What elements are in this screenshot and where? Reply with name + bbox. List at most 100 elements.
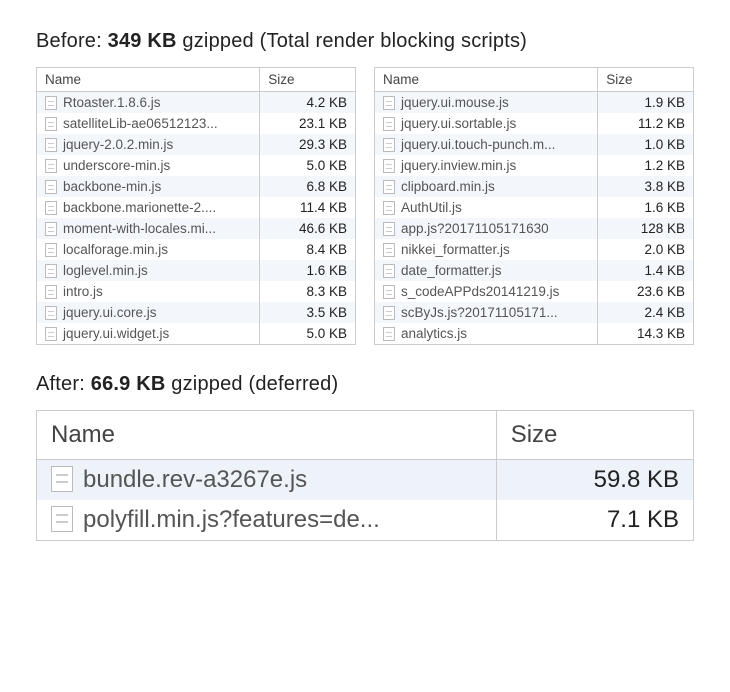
file-size-cell: 7.1 KB bbox=[496, 500, 693, 540]
file-name-cell[interactable]: jquery.ui.widget.js bbox=[37, 323, 260, 345]
before-table-left: Name Size Rtoaster.1.8.6.js4.2 KBsatelli… bbox=[36, 67, 356, 345]
table-row[interactable]: date_formatter.js1.4 KB bbox=[375, 260, 694, 281]
file-name-cell[interactable]: date_formatter.js bbox=[375, 260, 598, 281]
table-row[interactable]: backbone.marionette-2....11.4 KB bbox=[37, 197, 356, 218]
table-row[interactable]: underscore-min.js5.0 KB bbox=[37, 155, 356, 176]
before-tables: Name Size Rtoaster.1.8.6.js4.2 KBsatelli… bbox=[36, 67, 694, 345]
col-size[interactable]: Size bbox=[260, 68, 356, 92]
table-row[interactable]: Rtoaster.1.8.6.js4.2 KB bbox=[37, 92, 356, 114]
before-size: 349 KB bbox=[108, 30, 177, 52]
file-icon bbox=[45, 243, 57, 257]
file-icon bbox=[383, 306, 395, 320]
table-row[interactable]: jquery.ui.widget.js5.0 KB bbox=[37, 323, 356, 345]
file-icon bbox=[383, 180, 395, 194]
col-name[interactable]: Name bbox=[37, 411, 496, 460]
table-row[interactable]: jquery.ui.touch-punch.m... 1.0 KB bbox=[375, 134, 694, 155]
file-name: backbone.marionette-2.... bbox=[63, 200, 216, 215]
file-size-cell: 1.0 KB bbox=[598, 134, 694, 155]
file-name-cell[interactable]: scByJs.js?20171105171... bbox=[375, 302, 598, 323]
file-name-cell[interactable]: jquery.inview.min.js bbox=[375, 155, 598, 176]
file-name: jquery.ui.touch-punch.m... bbox=[401, 137, 555, 152]
table-row[interactable]: AuthUtil.js1.6 KB bbox=[375, 197, 694, 218]
file-size-cell: 1.6 KB bbox=[598, 197, 694, 218]
table-row[interactable]: moment-with-locales.mi...46.6 KB bbox=[37, 218, 356, 239]
file-name: scByJs.js?20171105171... bbox=[401, 305, 558, 320]
table-row[interactable]: jquery.inview.min.js1.2 KB bbox=[375, 155, 694, 176]
file-name-cell[interactable]: backbone.marionette-2.... bbox=[37, 197, 260, 218]
file-size-cell: 2.4 KB bbox=[598, 302, 694, 323]
col-size[interactable]: Size bbox=[496, 411, 693, 460]
file-icon bbox=[45, 201, 57, 215]
file-name-cell[interactable]: underscore-min.js bbox=[37, 155, 260, 176]
file-name-cell[interactable]: satelliteLib-ae06512123... bbox=[37, 113, 260, 134]
table-row[interactable]: analytics.js14.3 KB bbox=[375, 323, 694, 345]
file-icon bbox=[383, 138, 395, 152]
file-size-cell: 3.8 KB bbox=[598, 176, 694, 197]
table-row[interactable]: clipboard.min.js 3.8 KB bbox=[375, 176, 694, 197]
file-name: app.js?20171105171630 bbox=[401, 221, 549, 236]
table-row[interactable]: localforage.min.js8.4 KB bbox=[37, 239, 356, 260]
table-row[interactable]: s_codeAPPds20141219.js23.6 KB bbox=[375, 281, 694, 302]
col-name[interactable]: Name bbox=[375, 68, 598, 92]
file-icon bbox=[45, 96, 57, 110]
file-name-cell[interactable]: Rtoaster.1.8.6.js bbox=[37, 92, 260, 114]
file-name-cell[interactable]: backbone-min.js bbox=[37, 176, 260, 197]
file-icon bbox=[383, 222, 395, 236]
file-name: loglevel.min.js bbox=[63, 263, 148, 278]
file-name-cell[interactable]: clipboard.min.js bbox=[375, 176, 598, 197]
file-name-cell[interactable]: app.js?20171105171630 bbox=[375, 218, 598, 239]
file-size-cell: 8.4 KB bbox=[260, 239, 356, 260]
file-name-cell[interactable]: polyfill.min.js?features=de... bbox=[37, 500, 496, 540]
file-name: clipboard.min.js bbox=[401, 179, 495, 194]
file-name: jquery.ui.mouse.js bbox=[401, 95, 509, 110]
file-name-cell[interactable]: nikkei_formatter.js bbox=[375, 239, 598, 260]
file-icon bbox=[45, 264, 57, 278]
file-icon bbox=[383, 264, 395, 278]
file-name-cell[interactable]: jquery.ui.mouse.js bbox=[375, 92, 598, 114]
table-row[interactable]: backbone-min.js6.8 KB bbox=[37, 176, 356, 197]
file-icon bbox=[383, 117, 395, 131]
file-name-cell[interactable]: analytics.js bbox=[375, 323, 598, 345]
file-name-cell[interactable]: intro.js bbox=[37, 281, 260, 302]
file-icon bbox=[383, 243, 395, 257]
file-size-cell: 1.4 KB bbox=[598, 260, 694, 281]
after-prefix: After: bbox=[36, 373, 91, 395]
table-row[interactable]: jquery.ui.core.js3.5 KB bbox=[37, 302, 356, 323]
table-row[interactable]: intro.js8.3 KB bbox=[37, 281, 356, 302]
table-row[interactable]: app.js?20171105171630128 KB bbox=[375, 218, 694, 239]
file-icon bbox=[45, 222, 57, 236]
file-name-cell[interactable]: loglevel.min.js bbox=[37, 260, 260, 281]
table-row[interactable]: bundle.rev-a3267e.js59.8 KB bbox=[37, 460, 693, 501]
file-size-cell: 1.9 KB bbox=[598, 92, 694, 114]
col-size[interactable]: Size bbox=[598, 68, 694, 92]
file-name-cell[interactable]: jquery.ui.touch-punch.m... bbox=[375, 134, 598, 155]
before-heading: Before: 349 KB gzipped (Total render blo… bbox=[36, 30, 694, 53]
file-name: moment-with-locales.mi... bbox=[63, 221, 216, 236]
table-row[interactable]: jquery.ui.mouse.js 1.9 KB bbox=[375, 92, 694, 114]
table-row[interactable]: scByJs.js?20171105171... 2.4 KB bbox=[375, 302, 694, 323]
file-name-cell[interactable]: AuthUtil.js bbox=[375, 197, 598, 218]
file-name-cell[interactable]: bundle.rev-a3267e.js bbox=[37, 460, 496, 501]
file-name: underscore-min.js bbox=[63, 158, 170, 173]
file-name-cell[interactable]: moment-with-locales.mi... bbox=[37, 218, 260, 239]
file-size-cell: 6.8 KB bbox=[260, 176, 356, 197]
after-table: Name Size bundle.rev-a3267e.js59.8 KBpol… bbox=[37, 411, 693, 540]
file-name-cell[interactable]: jquery-2.0.2.min.js bbox=[37, 134, 260, 155]
table-row[interactable]: satelliteLib-ae06512123...23.1 KB bbox=[37, 113, 356, 134]
table-row[interactable]: jquery-2.0.2.min.js29.3 KB bbox=[37, 134, 356, 155]
file-name-cell[interactable]: jquery.ui.core.js bbox=[37, 302, 260, 323]
before-prefix: Before: bbox=[36, 30, 108, 52]
table-row[interactable]: nikkei_formatter.js2.0 KB bbox=[375, 239, 694, 260]
file-name-cell[interactable]: localforage.min.js bbox=[37, 239, 260, 260]
table-row[interactable]: polyfill.min.js?features=de...7.1 KB bbox=[37, 500, 693, 540]
file-name-cell[interactable]: s_codeAPPds20141219.js bbox=[375, 281, 598, 302]
col-name[interactable]: Name bbox=[37, 68, 260, 92]
after-heading: After: 66.9 KB gzipped (deferred) bbox=[36, 373, 694, 396]
file-size-cell: 59.8 KB bbox=[496, 460, 693, 501]
table-row[interactable]: loglevel.min.js1.6 KB bbox=[37, 260, 356, 281]
table-row[interactable]: jquery.ui.sortable.js11.2 KB bbox=[375, 113, 694, 134]
file-size-cell: 23.6 KB bbox=[598, 281, 694, 302]
file-icon bbox=[383, 327, 395, 341]
file-name-cell[interactable]: jquery.ui.sortable.js bbox=[375, 113, 598, 134]
file-icon bbox=[45, 285, 57, 299]
